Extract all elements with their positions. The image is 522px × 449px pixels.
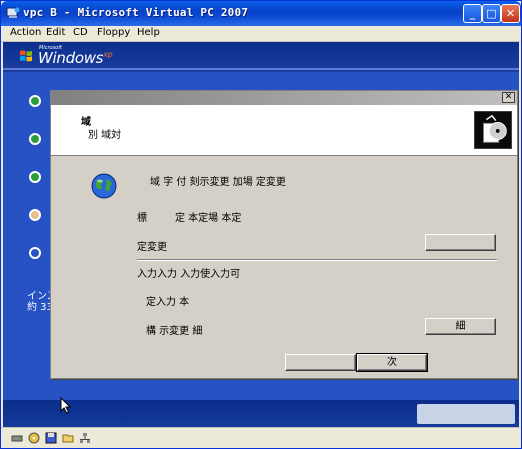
shared-folder-icon[interactable] xyxy=(62,432,74,444)
customize-label: 定変更 xyxy=(137,242,167,253)
details-button[interactable]: 細 xyxy=(425,318,496,335)
separator xyxy=(137,259,497,261)
maximize-button[interactable]: □ xyxy=(482,4,501,23)
windows-text: Windows xyxy=(38,49,104,67)
dialog-subheading: 別 域対 xyxy=(88,130,122,141)
regional-description: 域 字 付 刻示変更 加場 定変更 xyxy=(150,177,286,188)
xp-setup-header: Microsoft Windowsxp xyxy=(3,42,519,70)
back-button[interactable] xyxy=(285,354,356,371)
status-bar xyxy=(1,427,521,448)
title-bar[interactable]: vpc B - Microsoft Virtual PC 2007 _ □ ✕ xyxy=(1,1,521,26)
windows-flag-icon xyxy=(20,50,32,62)
dialog-close-button[interactable]: ✕ xyxy=(502,92,515,103)
floppy-icon[interactable] xyxy=(45,432,57,444)
standards-label: 標 xyxy=(137,213,147,224)
menu-cd[interactable]: CD xyxy=(73,27,88,38)
hard-disk-icon[interactable] xyxy=(11,432,23,444)
input-details-label: 構 示変更 細 xyxy=(146,326,203,337)
menu-action[interactable]: Action xyxy=(10,27,41,38)
default-input-label: 定入力 本 xyxy=(146,297,190,308)
globe-icon xyxy=(91,173,117,199)
window-title: vpc B - Microsoft Virtual PC 2007 xyxy=(23,6,249,19)
text-input-description: 入力入力 入力使入力可 xyxy=(137,269,241,280)
step-current-icon xyxy=(29,209,41,221)
mouse-cursor-icon xyxy=(60,397,72,414)
xp-setup-footer xyxy=(3,400,519,427)
menu-help[interactable]: Help xyxy=(137,27,160,38)
regional-settings-dialog: ✕ 域 別 域対 域 字 付 刻示変更 加場 定変更 標 定 本定場 本定 定変… xyxy=(50,90,518,379)
menu-bar: Action Edit CD Floppy Help xyxy=(1,26,521,42)
language-bar[interactable] xyxy=(417,404,515,424)
setup-box-icon xyxy=(474,111,512,149)
next-button[interactable]: 次 xyxy=(356,353,428,372)
standards-value: 定 本定場 本定 xyxy=(175,213,242,224)
network-icon[interactable] xyxy=(79,432,91,444)
xp-text: xp xyxy=(103,50,113,59)
step-complete-icon xyxy=(29,133,41,145)
cd-drive-icon[interactable] xyxy=(28,432,40,444)
step-complete-icon xyxy=(29,95,41,107)
customize-button[interactable] xyxy=(425,234,496,251)
step-pending-icon xyxy=(29,247,41,259)
windows-wordmark: Windowsxp xyxy=(38,49,113,67)
vpc-window: vpc B - Microsoft Virtual PC 2007 _ □ ✕ … xyxy=(0,0,522,449)
dialog-header: 域 別 域対 xyxy=(51,105,517,156)
step-complete-icon xyxy=(29,171,41,183)
dialog-title-bar[interactable]: ✕ xyxy=(51,91,517,105)
minimize-button[interactable]: _ xyxy=(463,4,482,23)
menu-edit[interactable]: Edit xyxy=(46,27,65,38)
menu-floppy[interactable]: Floppy xyxy=(97,27,130,38)
close-button[interactable]: ✕ xyxy=(501,4,520,23)
virtual-pc-icon xyxy=(6,7,20,18)
